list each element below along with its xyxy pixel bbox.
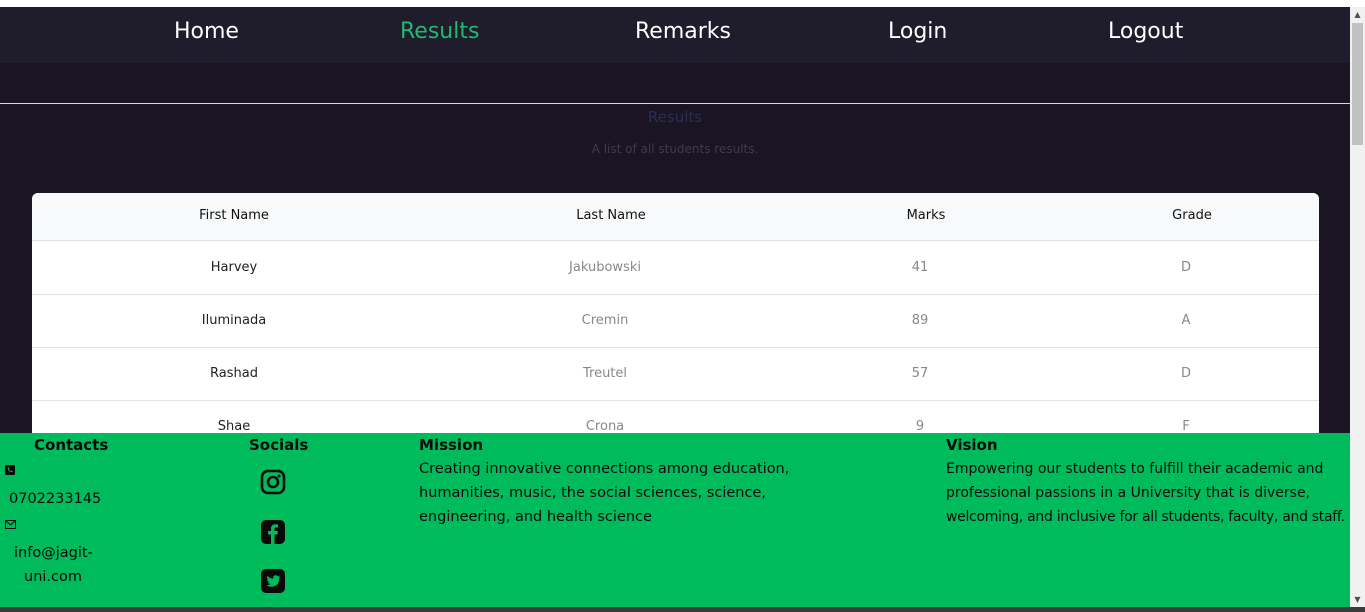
nav-results[interactable]: Results [400,19,479,44]
twitter-icon[interactable] [259,567,287,595]
nav-remarks[interactable]: Remarks [635,19,731,44]
instagram-icon[interactable] [259,468,287,496]
column-header-last-name: Last Name [576,208,646,223]
socials-title: Socials [249,436,309,454]
mission-line: Creating innovative connections among ed… [419,461,790,477]
envelope-icon [5,520,16,532]
table-row: Harvey Jakubowski 41 D [32,242,1319,295]
column-header-grade: Grade [1172,208,1212,223]
table-row: Rashad Treutel 57 D [32,348,1319,401]
nav-login[interactable]: Login [888,19,947,44]
vision-line: Empowering our students to fulfill their… [946,461,1324,477]
cell-last-name: Crona [585,419,625,434]
vision-line: welcoming, and inclusive for all student… [946,509,1345,525]
phone-icon [5,465,15,478]
cell-first-name: Rashad [210,366,258,381]
divider [0,103,1350,104]
cell-last-name: Jakubowski [569,260,641,275]
mission-line: engineering, and health science [419,509,652,525]
contact-email-line2[interactable]: uni.com [24,565,82,589]
cell-marks: 57 [911,366,929,381]
cell-marks: 9 [915,419,925,434]
nav-logout[interactable]: Logout [1108,19,1183,44]
cell-grade: A [1181,313,1191,328]
contacts-title: Contacts [34,436,109,454]
cell-marks: 41 [911,260,929,275]
cell-last-name: Treutel [582,366,628,381]
contact-phone: 0702233145 [9,491,102,507]
mission-text: Creating innovative connections among ed… [419,457,839,529]
cell-last-name: Cremin [581,313,629,328]
vision-title: Vision [946,436,998,454]
cell-grade: F [1182,419,1190,434]
nav-home[interactable]: Home [174,19,239,44]
cell-first-name: Iluminada [201,313,267,328]
facebook-icon[interactable] [259,518,287,546]
table-row: Iluminada Cremin 89 A [32,295,1319,348]
cell-grade: D [1180,260,1192,275]
cell-first-name: Shae [217,419,251,434]
browser-top-strip [0,0,1365,7]
scroll-down-arrow-icon[interactable]: ▼ [1350,592,1365,607]
table-header: First Name Last Name Marks Grade [32,193,1319,241]
contact-email-line1[interactable]: info@jagit- [14,541,93,565]
page-title: Results [647,108,703,126]
mission-title: Mission [419,436,484,454]
vertical-scrollbar[interactable]: ▲ ▼ [1350,7,1365,607]
column-header-first-name: First Name [199,208,269,223]
vision-text: Empowering our students to fulfill their… [946,457,1346,529]
mission-line: humanities, music, the social sciences, … [419,485,766,501]
taskbar [0,607,1365,612]
page-subtitle: A list of all students results. [591,142,759,156]
vision-line: professional passions in a University th… [946,485,1311,501]
cell-marks: 89 [911,313,929,328]
column-header-marks: Marks [906,208,946,223]
scrollbar-thumb[interactable] [1352,23,1363,145]
cell-grade: D [1180,366,1192,381]
footer: Contacts 0702233145 info@jagit- uni.com … [0,433,1350,607]
results-table: First Name Last Name Marks Grade Harvey … [32,193,1319,453]
cell-first-name: Harvey [210,260,258,275]
navbar: Home Results Remarks Login Logout [0,7,1350,63]
scroll-up-arrow-icon[interactable]: ▲ [1350,7,1365,22]
